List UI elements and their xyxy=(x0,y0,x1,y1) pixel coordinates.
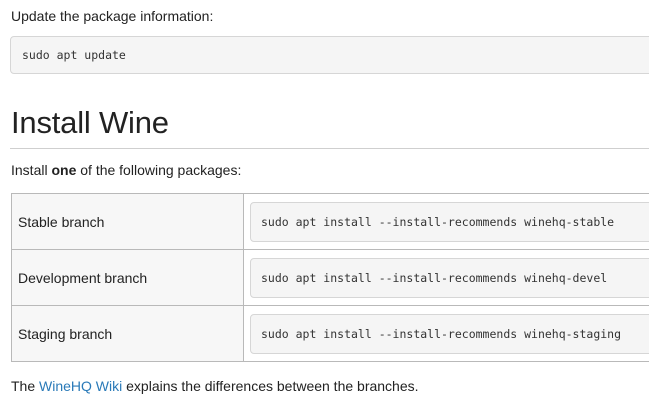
title-divider xyxy=(10,148,649,149)
table-row: Stable branch sudo apt install --install… xyxy=(11,193,649,250)
branches-table: Stable branch sudo apt install --install… xyxy=(11,193,649,362)
table-row: Development branch sudo apt install --in… xyxy=(11,249,649,306)
branch-label: Stable branch xyxy=(11,193,244,250)
branch-command-cell: sudo apt install --install-recommends wi… xyxy=(243,249,649,306)
branch-command-box[interactable]: sudo apt install --install-recommends wi… xyxy=(250,257,649,298)
branch-label: Staging branch xyxy=(11,305,244,362)
winehq-wiki-link[interactable]: WineHQ Wiki xyxy=(39,378,122,394)
install-prefix: Install xyxy=(11,162,52,178)
table-row: Staging branch sudo apt install --instal… xyxy=(11,305,649,362)
branch-command-cell: sudo apt install --install-recommends wi… xyxy=(243,305,649,362)
branch-command: sudo apt install --install-recommends wi… xyxy=(261,214,615,229)
footer-suffix: explains the differences between the bra… xyxy=(122,378,419,394)
branch-command-cell: sudo apt install --install-recommends wi… xyxy=(243,193,649,250)
update-code-block[interactable]: sudo apt update xyxy=(10,36,649,74)
install-suffix: of the following packages: xyxy=(76,162,242,178)
footer-text: The WineHQ Wiki explains the differences… xyxy=(11,378,419,394)
section-title: Install Wine xyxy=(11,105,169,140)
footer-prefix: The xyxy=(11,378,40,394)
branch-label: Development branch xyxy=(11,249,244,306)
branch-command: sudo apt install --install-recommends wi… xyxy=(261,326,622,341)
intro-text: Update the package information: xyxy=(11,8,214,24)
branch-command: sudo apt install --install-recommends wi… xyxy=(261,270,608,285)
branch-command-box[interactable]: sudo apt install --install-recommends wi… xyxy=(250,201,649,242)
install-emphasis: one xyxy=(51,162,77,178)
update-command: sudo apt update xyxy=(22,48,126,62)
branch-command-box[interactable]: sudo apt install --install-recommends wi… xyxy=(250,313,649,354)
install-instruction: Install one of the following packages: xyxy=(11,162,241,178)
